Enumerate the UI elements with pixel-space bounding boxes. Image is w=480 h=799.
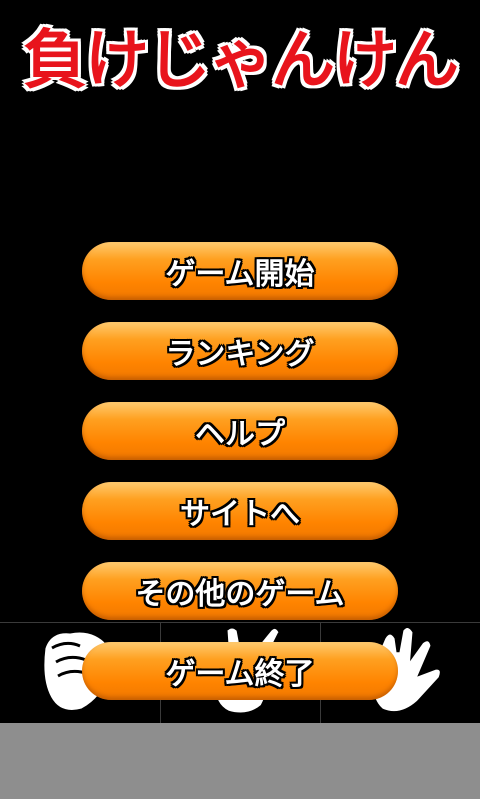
other-games-label: その他のゲーム [135, 577, 345, 612]
start-game-button[interactable]: ゲーム開始 [82, 242, 398, 300]
site-label: サイトへ [180, 497, 300, 532]
site-button[interactable]: サイトへ [82, 482, 398, 540]
ranking-button[interactable]: ランキング [82, 322, 398, 380]
help-label: ヘルプ [195, 417, 285, 452]
exit-game-label: ゲーム終了 [165, 657, 315, 692]
footer-bar [0, 723, 480, 799]
start-game-label: ゲーム開始 [165, 257, 315, 292]
other-games-button[interactable]: その他のゲーム [82, 562, 398, 620]
help-button[interactable]: ヘルプ [82, 402, 398, 460]
ranking-label: ランキング [165, 337, 315, 372]
game-title: 負けじゃんけん [0, 0, 480, 110]
exit-game-button[interactable]: ゲーム終了 [82, 642, 398, 700]
game-title-text: 負けじゃんけん [23, 24, 459, 98]
